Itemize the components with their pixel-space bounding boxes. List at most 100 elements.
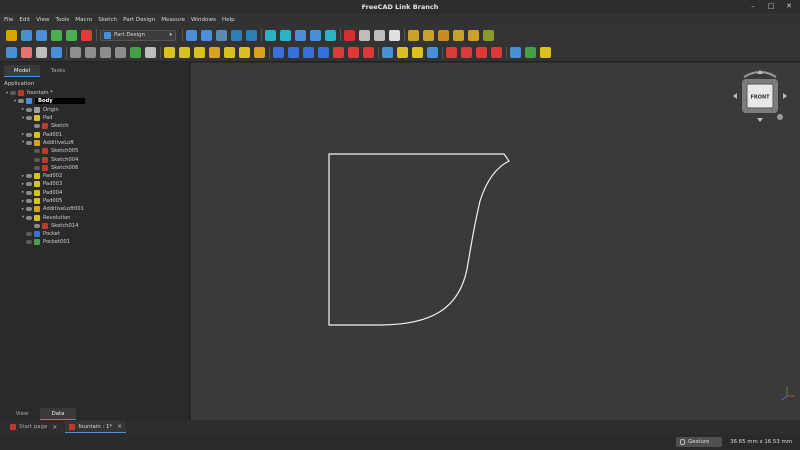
shape-binder-icon[interactable] xyxy=(36,47,47,58)
tree-item[interactable]: Sketch xyxy=(0,122,189,130)
back-icon[interactable] xyxy=(265,29,276,41)
hole-icon[interactable] xyxy=(288,47,299,58)
menu-part-design[interactable]: Part Design xyxy=(123,17,155,23)
menu-help[interactable]: Help xyxy=(222,17,235,23)
tree-item[interactable]: Sketch006 xyxy=(0,164,189,172)
visibility-eye-icon[interactable] xyxy=(34,124,40,129)
tab-view[interactable]: View xyxy=(4,408,40,420)
tree-item[interactable]: ▸ Pad004 xyxy=(0,189,189,197)
polar-pattern-icon[interactable] xyxy=(412,47,423,58)
mirror-icon[interactable] xyxy=(382,47,393,58)
tree-item[interactable]: ▸ Pad005 xyxy=(0,197,189,205)
undo-icon[interactable] xyxy=(51,29,62,41)
visibility-eye-icon[interactable] xyxy=(34,149,40,154)
sketch-edit-icon[interactable] xyxy=(423,29,434,41)
minimize-button[interactable]: – xyxy=(748,2,758,10)
loft-icon[interactable] xyxy=(194,47,205,58)
visibility-eye-icon[interactable] xyxy=(26,107,32,112)
menu-measure[interactable]: Measure xyxy=(161,17,185,23)
sketch-close-icon[interactable] xyxy=(540,47,551,58)
menu-windows[interactable]: Windows xyxy=(191,17,216,23)
line-icon[interactable] xyxy=(85,47,96,58)
tab-model[interactable]: Model xyxy=(4,65,40,77)
menu-sketch[interactable]: Sketch xyxy=(98,17,117,23)
subtractive-loft-icon[interactable] xyxy=(318,47,329,58)
sub-shape-binder-icon[interactable] xyxy=(130,47,141,58)
navigation-cube[interactable]: FRONT xyxy=(730,67,790,125)
body-icon[interactable] xyxy=(6,47,17,58)
draft-icon[interactable] xyxy=(476,47,487,58)
refresh-icon[interactable] xyxy=(81,29,92,41)
visibility-eye-icon[interactable] xyxy=(26,116,32,121)
arrow-right-icon[interactable] xyxy=(783,93,787,99)
sketch-new-icon[interactable] xyxy=(408,29,419,41)
menu-macro[interactable]: Macro xyxy=(75,17,92,23)
visibility-eye-icon[interactable] xyxy=(26,140,32,145)
helix-icon[interactable] xyxy=(224,47,235,58)
tree-item[interactable]: ▾ fountain * xyxy=(0,89,189,97)
std-view-icon[interactable] xyxy=(231,29,242,41)
sketch-merge-icon[interactable] xyxy=(483,29,494,41)
save-icon[interactable] xyxy=(36,29,47,41)
tree-item[interactable]: Sketch005 xyxy=(0,147,189,155)
open-icon[interactable] xyxy=(21,29,32,41)
sprocket-icon[interactable] xyxy=(145,47,156,58)
tree-item[interactable]: ▸ Origin xyxy=(0,106,189,114)
document-tab[interactable]: Start page × xyxy=(6,421,61,433)
document-tab[interactable]: fountain : 1* × xyxy=(65,421,127,433)
tree-item[interactable]: ▸ Pad001 xyxy=(0,130,189,138)
additive-box-icon[interactable] xyxy=(239,47,250,58)
menu-edit[interactable]: Edit xyxy=(19,17,30,23)
redo-icon[interactable] xyxy=(66,29,77,41)
multitransform-icon[interactable] xyxy=(427,47,438,58)
visibility-eye-icon[interactable] xyxy=(26,132,32,137)
view-front-icon[interactable] xyxy=(246,29,257,41)
plane-icon[interactable] xyxy=(100,47,111,58)
whats-this-icon[interactable] xyxy=(325,29,336,41)
macro-record-icon[interactable] xyxy=(344,29,355,41)
pipe-icon[interactable] xyxy=(209,47,220,58)
draw-style-icon[interactable] xyxy=(216,29,227,41)
macro-edit-icon[interactable] xyxy=(374,29,385,41)
tree-item[interactable]: ▾ Revolution xyxy=(0,213,189,221)
tree-item[interactable]: Sketch014 xyxy=(0,222,189,230)
chamfer-icon[interactable] xyxy=(461,47,472,58)
tree-item[interactable]: ▸ Pad002 xyxy=(0,172,189,180)
close-tab-icon[interactable]: × xyxy=(117,423,122,430)
visibility-eye-icon[interactable] xyxy=(26,215,32,220)
visibility-eye-icon[interactable] xyxy=(26,174,32,179)
close-tab-icon[interactable]: × xyxy=(52,424,57,431)
menu-tools[interactable]: Tools xyxy=(56,17,70,23)
macro-stop-icon[interactable] xyxy=(359,29,370,41)
visibility-eye-icon[interactable] xyxy=(10,91,16,96)
sketch-attach-icon[interactable] xyxy=(525,47,536,58)
visibility-eye-icon[interactable] xyxy=(34,223,40,228)
lcs-icon[interactable] xyxy=(115,47,126,58)
visibility-eye-icon[interactable] xyxy=(26,190,32,195)
sketch-reorient-icon[interactable] xyxy=(453,29,464,41)
visibility-eye-icon[interactable] xyxy=(26,207,32,212)
workbench-selector[interactable]: Part Design ▾ xyxy=(100,29,176,41)
arrow-down-icon[interactable] xyxy=(757,118,763,122)
part-icon[interactable] xyxy=(21,47,32,58)
point-icon[interactable] xyxy=(70,47,81,58)
navigation-style-button[interactable]: Gesture xyxy=(676,437,723,447)
3d-viewport[interactable]: FRONT xyxy=(191,63,800,420)
visibility-eye-icon[interactable] xyxy=(26,232,32,237)
menu-view[interactable]: View xyxy=(36,17,49,23)
arrow-left-icon[interactable] xyxy=(733,93,737,99)
fillet-icon[interactable] xyxy=(446,47,457,58)
groove-icon[interactable] xyxy=(303,47,314,58)
measure-icon[interactable] xyxy=(310,29,321,41)
subtractive-box-icon[interactable] xyxy=(363,47,374,58)
tree-item[interactable]: ▾ AdditiveLoft xyxy=(0,139,189,147)
new-icon[interactable] xyxy=(6,29,17,41)
subtractive-helix-icon[interactable] xyxy=(348,47,359,58)
subtractive-pipe-icon[interactable] xyxy=(333,47,344,58)
tree-item[interactable]: Pocket001 xyxy=(0,238,189,246)
pocket-icon[interactable] xyxy=(273,47,284,58)
tree-item[interactable]: ▸ Pad003 xyxy=(0,180,189,188)
linear-pattern-icon[interactable] xyxy=(397,47,408,58)
tree-item[interactable]: Sketch004 xyxy=(0,155,189,163)
revolution-icon[interactable] xyxy=(179,47,190,58)
